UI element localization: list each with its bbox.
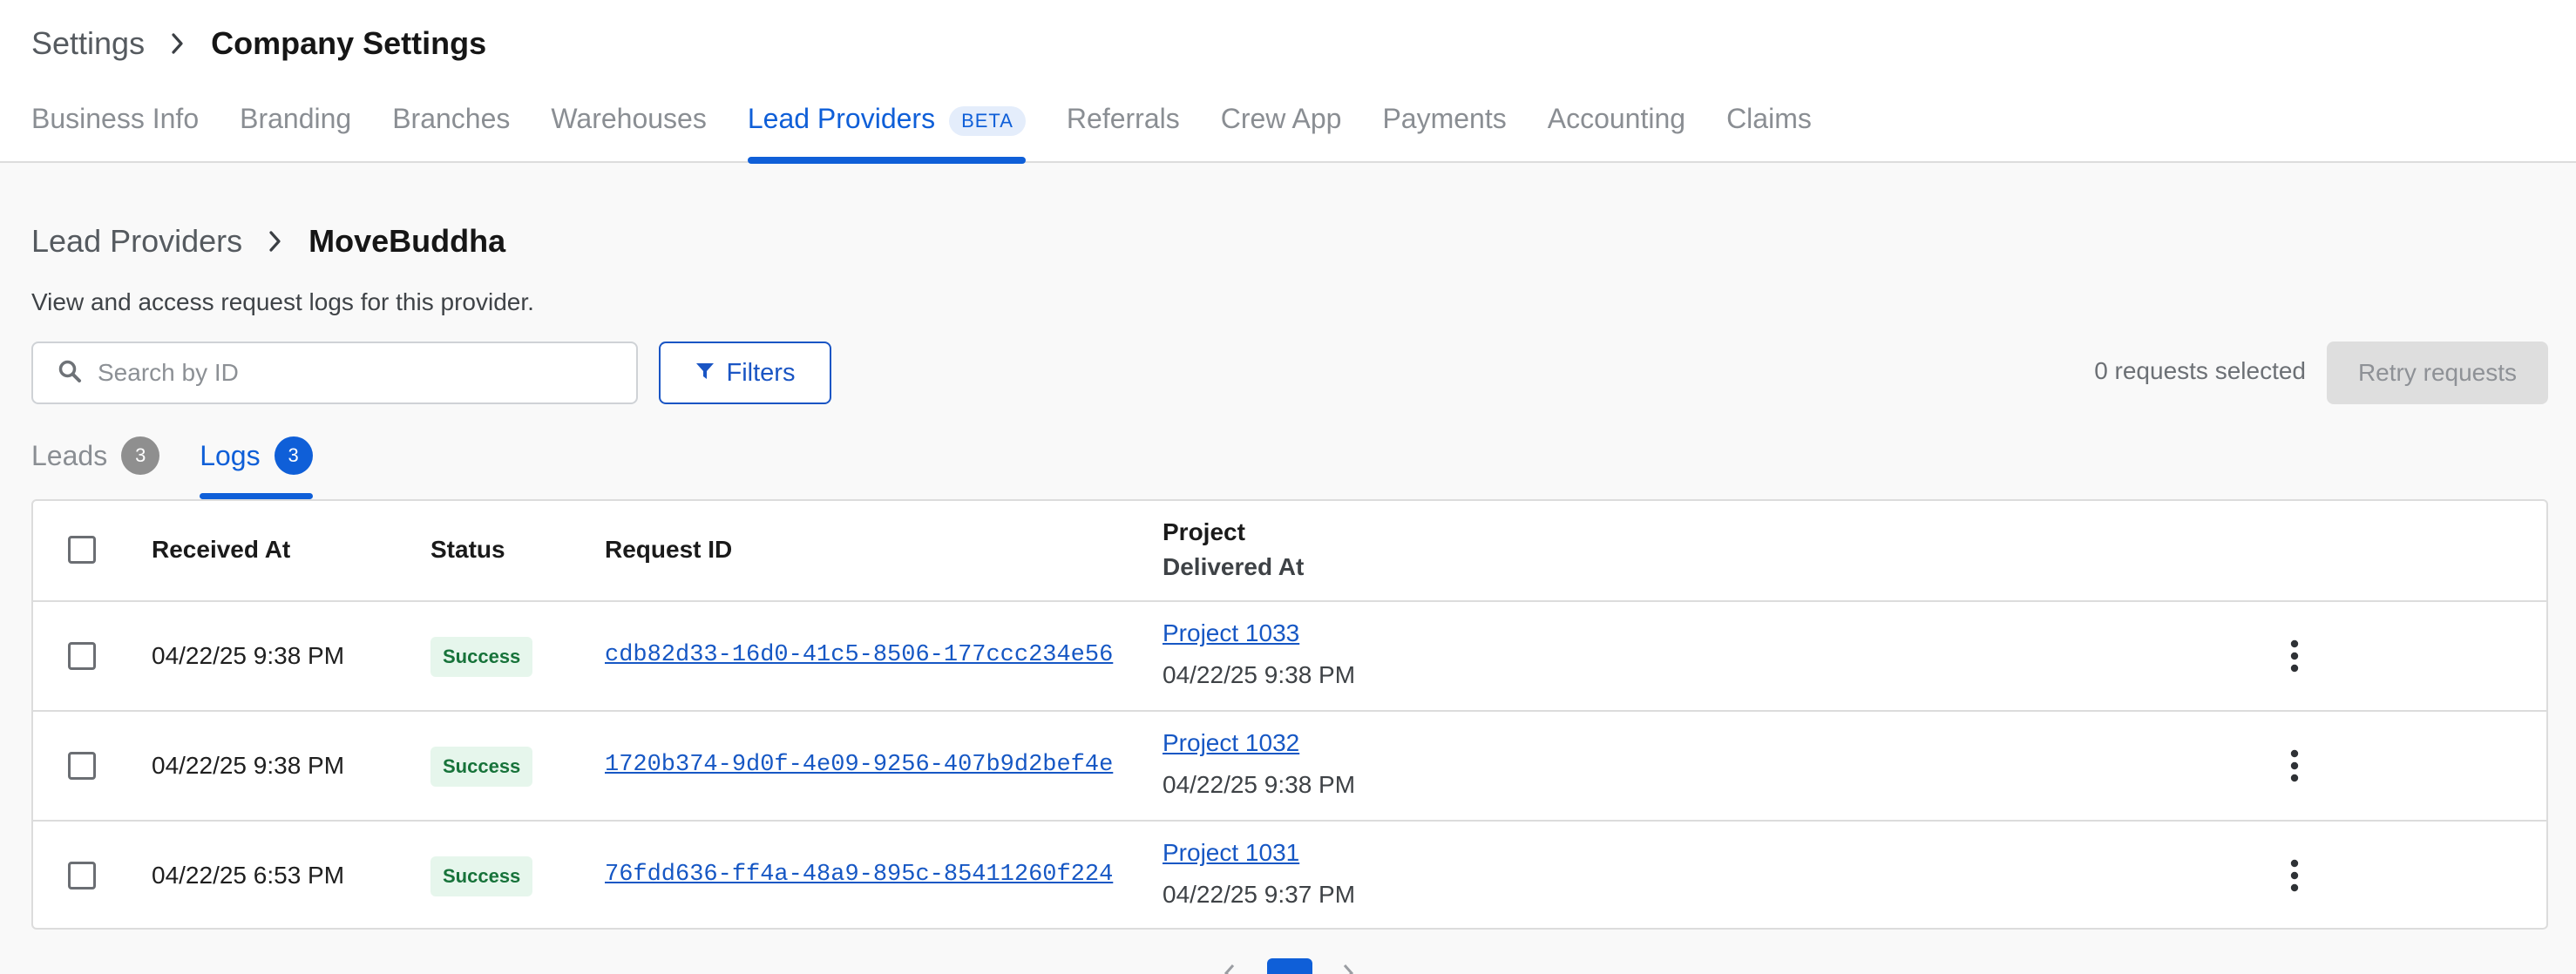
tab-crew-app[interactable]: Crew App: [1221, 103, 1342, 163]
tab-business-info[interactable]: Business Info: [31, 103, 199, 163]
status-badge: Success: [430, 747, 533, 787]
more-vert-icon[interactable]: [2281, 637, 2308, 675]
status-badge: Success: [430, 637, 533, 677]
received-at: 04/22/25 6:53 PM: [152, 862, 345, 889]
tab-label: Logs: [200, 440, 261, 471]
table-row: 04/22/25 6:53 PM Success 76fdd636-ff4a-4…: [33, 822, 2546, 928]
select-all-checkbox[interactable]: [68, 536, 96, 564]
tab-claims[interactable]: Claims: [1726, 103, 1812, 163]
delivered-at: 04/22/25 9:38 PM: [1163, 661, 1356, 688]
table-header: Received At Status Request ID Project De…: [33, 501, 2546, 602]
leads-count-badge: 3: [121, 436, 160, 475]
received-at: 04/22/25 9:38 PM: [152, 752, 345, 779]
tab-label: Claims: [1726, 103, 1812, 134]
delivered-at: 04/22/25 9:37 PM: [1163, 881, 1356, 908]
page-description: View and access request logs for this pr…: [31, 288, 534, 315]
row-checkbox[interactable]: [68, 862, 96, 889]
project-link[interactable]: Project 1031: [1163, 839, 1299, 867]
search-box[interactable]: [31, 342, 638, 404]
table-row: 04/22/25 9:38 PM Success cdb82d33-16d0-4…: [33, 602, 2546, 712]
pagination-current-page[interactable]: [1267, 958, 1312, 974]
request-id-link[interactable]: cdb82d33-16d0-41c5-8506-177ccc234e56: [605, 642, 1113, 668]
pagination-prev-icon[interactable]: [1224, 962, 1236, 974]
filters-label: Filters: [726, 358, 796, 387]
chevron-right-icon: [171, 32, 185, 55]
tab-warehouses[interactable]: Warehouses: [551, 103, 706, 163]
logs-table: Received At Status Request ID Project De…: [31, 499, 2548, 930]
col-status: Status: [430, 536, 505, 563]
tab-payments[interactable]: Payments: [1382, 103, 1506, 163]
beta-badge: BETA: [949, 106, 1026, 136]
tab-label: Leads: [31, 440, 108, 471]
received-at: 04/22/25 9:38 PM: [152, 642, 345, 669]
view-tabs: Leads 3 Logs 3: [31, 436, 353, 499]
tab-logs[interactable]: Logs 3: [200, 436, 313, 499]
request-id-link[interactable]: 76fdd636-ff4a-48a9-895c-85411260f224: [605, 862, 1113, 888]
tab-label: Business Info: [31, 103, 200, 134]
col-project: Project: [1163, 518, 1245, 545]
search-input[interactable]: [98, 359, 620, 387]
project-link[interactable]: Project 1033: [1163, 619, 1299, 647]
row-checkbox[interactable]: [68, 752, 96, 780]
project-link[interactable]: Project 1032: [1163, 729, 1299, 757]
tab-referrals[interactable]: Referrals: [1067, 103, 1180, 163]
tab-accounting[interactable]: Accounting: [1548, 103, 1685, 163]
tab-label: Warehouses: [551, 103, 707, 134]
status-badge: Success: [430, 856, 533, 896]
tab-label: Referrals: [1066, 103, 1180, 134]
tab-label: Accounting: [1547, 103, 1686, 134]
breadcrumb-lead-providers[interactable]: Lead Providers: [31, 223, 242, 260]
more-vert-icon[interactable]: [2281, 856, 2308, 895]
provider-name: MoveBuddha: [308, 223, 506, 259]
breadcrumb-settings[interactable]: Settings: [31, 25, 145, 62]
col-delivered-at: Delivered At: [1163, 553, 1305, 580]
tab-label: Branding: [240, 103, 352, 134]
filters-button[interactable]: Filters: [659, 342, 831, 404]
tab-label: Branches: [392, 103, 511, 134]
provider-breadcrumb: Lead Providers MoveBuddha: [31, 220, 505, 263]
retry-requests-button[interactable]: Retry requests: [2327, 342, 2548, 404]
chevron-right-icon: [268, 230, 282, 253]
pagination-next-icon[interactable]: [1342, 962, 1354, 974]
col-request-id: Request ID: [605, 536, 733, 563]
tab-label: Lead Providers: [747, 103, 936, 134]
delivered-at: 04/22/25 9:38 PM: [1163, 771, 1356, 798]
settings-tabs: Business Info Branding Branches Warehous…: [31, 103, 1853, 164]
breadcrumb-current: Company Settings: [211, 25, 487, 61]
tab-leads[interactable]: Leads 3: [31, 436, 160, 499]
more-vert-icon[interactable]: [2281, 747, 2308, 785]
selected-count: 0 requests selected: [2094, 357, 2306, 384]
tab-lead-providers[interactable]: Lead Providers BETA: [747, 103, 1026, 164]
tab-label: Payments: [1382, 103, 1507, 134]
table-row: 04/22/25 9:38 PM Success 1720b374-9d0f-4…: [33, 712, 2546, 822]
filter-icon: [695, 359, 727, 388]
request-id-link[interactable]: 1720b374-9d0f-4e09-9256-407b9d2bef4e: [605, 752, 1113, 778]
col-received-at: Received At: [152, 536, 291, 563]
top-bar: Settings Company Settings Business Info …: [0, 0, 2576, 164]
logs-count-badge: 3: [274, 436, 313, 475]
tab-branches[interactable]: Branches: [392, 103, 510, 163]
row-checkbox[interactable]: [68, 642, 96, 670]
tab-branding[interactable]: Branding: [240, 103, 351, 163]
tab-label: Crew App: [1220, 103, 1342, 134]
breadcrumb: Settings Company Settings: [31, 23, 486, 64]
search-icon: [58, 359, 82, 388]
